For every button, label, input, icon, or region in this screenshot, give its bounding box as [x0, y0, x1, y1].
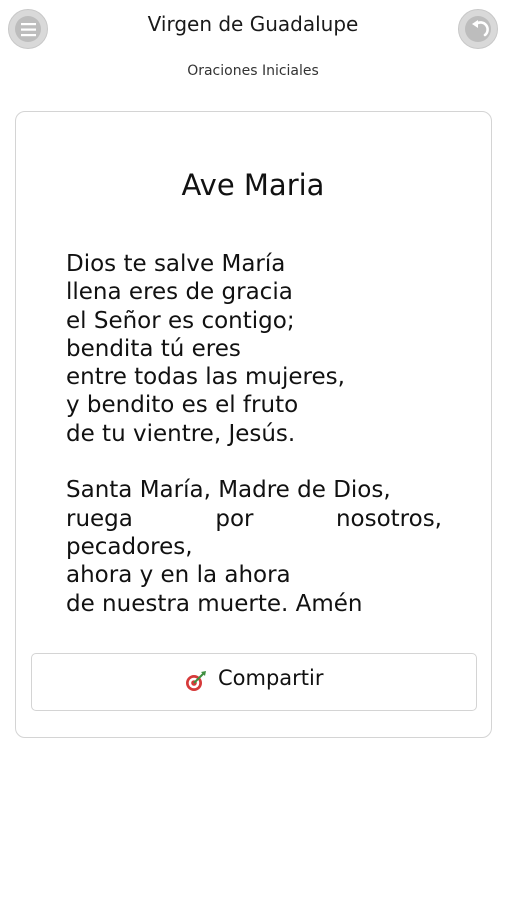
prayer-line: Santa María, Madre de Dios, — [66, 477, 391, 504]
prayer-line: de tu vientre, Jesús. — [66, 420, 296, 447]
prayer-line: ruega por nosotros, — [66, 505, 442, 532]
stanza-break — [66, 448, 442, 476]
back-button[interactable] — [458, 9, 498, 49]
prayer-line: entre todas las mujeres, — [66, 364, 345, 391]
prayer-line: y bendito es el fruto — [66, 392, 299, 419]
share-button-label: Compartir — [218, 666, 324, 690]
prayer-line: pecadores, — [66, 533, 193, 560]
share-target-icon — [186, 671, 206, 691]
prayer-text: Dios te salve María llena eres de gracia… — [66, 250, 442, 618]
prayer-title: Ave Maria — [181, 168, 325, 202]
prayer-line: bendita tú eres — [66, 335, 241, 362]
back-arrow-icon — [472, 20, 489, 37]
app-title: Virgen de Guadalupe — [147, 12, 359, 36]
prayer-line: Dios te salve María — [66, 251, 286, 277]
prayer-line: de nuestra muerte. Amén — [66, 590, 363, 617]
app-header: Virgen de Guadalupe Oraciones Iniciales — [0, 0, 506, 100]
prayer-line: ahora y en la ahora — [66, 562, 291, 589]
prayer-line: el Señor es contigo; — [66, 307, 295, 334]
prayer-line: llena eres de gracia — [66, 279, 293, 306]
page-subtitle: Oraciones Iniciales — [187, 63, 319, 79]
